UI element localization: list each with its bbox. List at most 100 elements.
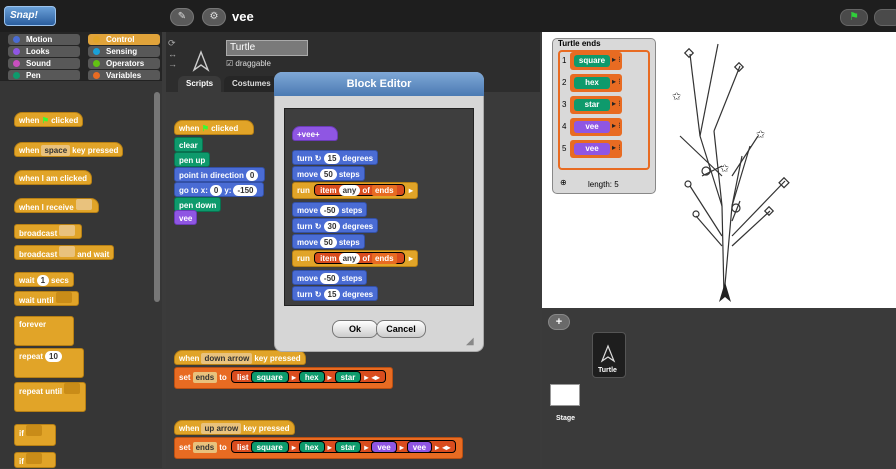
list-cell-value: star: [574, 99, 610, 111]
cell-arrow-icon[interactable]: ▸ ⁝: [612, 77, 621, 86]
turn-block-1[interactable]: turn ↻ 15 degrees: [292, 150, 379, 165]
category-operators[interactable]: Operators: [88, 58, 160, 69]
sprite-name-field[interactable]: Turtle: [226, 40, 308, 56]
move-block-1[interactable]: move 50 steps: [292, 166, 365, 181]
list-index: 3: [562, 100, 567, 109]
category-color-dot: [93, 72, 100, 79]
repeat-block[interactable]: repeat 10: [14, 348, 84, 378]
category-sensing[interactable]: Sensing: [88, 46, 160, 57]
svg-text:✩: ✩: [756, 129, 765, 141]
snap-logo[interactable]: Snap!: [4, 6, 56, 26]
pen-up-block[interactable]: pen up: [174, 152, 211, 167]
broadcast-and-wait-block[interactable]: broadcast and wait: [14, 245, 115, 260]
cell-arrow-icon[interactable]: ▸ ⁝: [612, 99, 621, 108]
go-to-xy-block[interactable]: go to x: 0 y: -150: [174, 182, 265, 197]
script1-hat-block[interactable]: when ⚑ clicked: [174, 120, 254, 135]
if-else-block[interactable]: if: [14, 452, 56, 468]
category-color-dot: [13, 72, 20, 79]
list-arrows-icon[interactable]: ◂▸: [440, 443, 450, 452]
if-block[interactable]: if: [14, 424, 56, 446]
category-color-dot: [13, 60, 20, 67]
turn-block-2[interactable]: turn ↻ 30 degrees: [292, 218, 379, 233]
file-icon[interactable]: ✎: [170, 8, 194, 26]
category-label: Variables: [106, 71, 142, 80]
category-control[interactable]: Control: [88, 34, 160, 45]
cell-arrow-icon[interactable]: ▸ ⁝: [612, 121, 621, 130]
list-length: length: 5: [588, 180, 619, 189]
point-in-direction-block[interactable]: point in direction 0: [174, 167, 266, 182]
list-item-chip[interactable]: hex: [298, 441, 325, 453]
move-block-2[interactable]: move -50 steps: [292, 202, 368, 217]
palette-scrollbar[interactable]: [154, 92, 160, 302]
cancel-button[interactable]: Cancel: [376, 320, 426, 338]
when-i-am-clicked-block[interactable]: when I am clicked: [14, 170, 93, 185]
list-index: 4: [562, 122, 567, 131]
move-block-4[interactable]: move -50 steps: [292, 270, 368, 285]
green-flag-button[interactable]: ⚑: [840, 9, 868, 26]
tab-scripts[interactable]: Scripts: [178, 76, 222, 92]
list-item-chip[interactable]: square: [250, 441, 289, 453]
top-bar: [0, 0, 896, 32]
turtle-thumbnail-icon: [192, 50, 210, 72]
add-sprite-button[interactable]: +: [548, 314, 570, 330]
turn-block-3[interactable]: turn ↻ 15 degrees: [292, 286, 379, 301]
tab-costumes[interactable]: Costumes: [224, 76, 279, 92]
resize-handle-icon[interactable]: ◢: [466, 336, 474, 347]
block-editor-title[interactable]: Block Editor: [274, 72, 484, 96]
broadcast-block[interactable]: broadcast: [14, 224, 83, 239]
list-cell-value: square: [574, 55, 610, 67]
settings-icon[interactable]: ⚙: [202, 8, 226, 26]
cell-arrow-icon[interactable]: ▸ ⁝: [612, 143, 621, 152]
category-motion[interactable]: Motion: [8, 34, 80, 45]
when-i-receive-block[interactable]: when I receive: [14, 198, 99, 213]
list-item-chip[interactable]: square: [250, 371, 289, 383]
list-watcher-title: Turtle ends: [558, 39, 601, 48]
wait-until-block[interactable]: wait until: [14, 291, 79, 306]
list-item-chip[interactable]: star: [334, 371, 362, 383]
run-block-1[interactable]: run item any of ends ▸: [292, 182, 418, 199]
ok-button[interactable]: Ok: [332, 320, 378, 338]
stop-button[interactable]: [874, 9, 896, 26]
when-flag-clicked-block[interactable]: when ⚑ clicked: [14, 112, 84, 127]
arrow-icon: ▸: [291, 443, 296, 452]
category-color-dot: [93, 60, 100, 67]
script3-hat-block[interactable]: when up arrow key pressed: [174, 420, 295, 435]
stage-label: Stage: [556, 415, 576, 422]
repeat-until-block[interactable]: repeat until: [14, 382, 86, 412]
rotation-style-icons[interactable]: ⟳ ↔ →: [168, 38, 177, 69]
category-label: Operators: [106, 59, 145, 68]
script3-set-block[interactable]: set ends to list square ▸ hex ▸ star ▸ vee ▸ vee ▸ ◂…: [174, 437, 464, 459]
script2-hat-block[interactable]: when down arrow key pressed: [174, 350, 306, 365]
add-item-icon[interactable]: ⊕: [560, 178, 567, 187]
clear-block[interactable]: clear: [174, 137, 203, 152]
list-item-chip[interactable]: vee: [406, 441, 433, 453]
category-looks[interactable]: Looks: [8, 46, 80, 57]
when-key-pressed-block[interactable]: when space key pressed: [14, 142, 124, 157]
category-label: Control: [106, 35, 135, 44]
move-block-3[interactable]: move 50 steps: [292, 234, 365, 249]
vee-block[interactable]: vee: [174, 210, 198, 225]
category-color-dot: [13, 36, 20, 43]
list-item-chip[interactable]: star: [334, 441, 362, 453]
run-block-2[interactable]: run item any of ends ▸: [292, 250, 418, 267]
arrow-icon: ▸: [435, 443, 440, 452]
list-cell-value: vee: [574, 143, 610, 155]
arrow-icon: ▸: [364, 373, 369, 382]
list-arrows-icon[interactable]: ◂▸: [369, 373, 380, 382]
list-cell-value: hex: [574, 77, 610, 89]
draggable-checkbox[interactable]: ☑ draggable: [226, 59, 271, 68]
category-label: Sensing: [106, 47, 138, 56]
cell-arrow-icon[interactable]: ▸ ⁝: [612, 55, 621, 64]
turtle-sprite-label: Turtle: [598, 367, 617, 374]
category-sound[interactable]: Sound: [8, 58, 80, 69]
arrow-icon: ▸: [364, 443, 369, 452]
list-item-chip[interactable]: hex: [298, 371, 325, 383]
vee-prototype-block[interactable]: +vee+: [292, 126, 338, 141]
list-item-chip[interactable]: vee: [371, 441, 397, 453]
wait-secs-block[interactable]: wait 1 secs: [14, 272, 74, 287]
forever-block[interactable]: forever: [14, 316, 74, 346]
script2-set-block[interactable]: set ends to list square ▸ hex ▸ star ▸ ◂▸: [174, 367, 393, 389]
category-color-dot: [13, 48, 20, 55]
stage-thumbnail[interactable]: [550, 384, 580, 406]
category-color-dot: [93, 48, 100, 55]
